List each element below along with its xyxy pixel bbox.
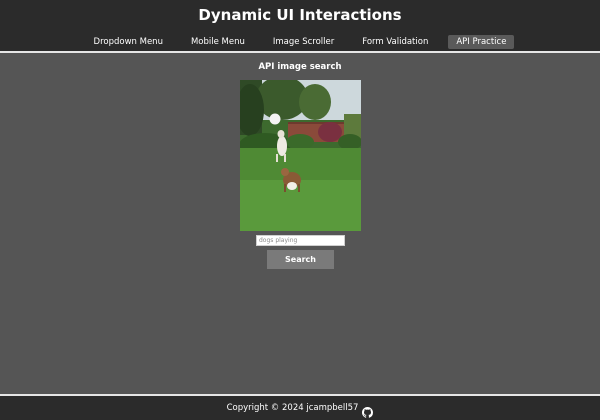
site-footer: Copyright © 2024 jcampbell57 — [0, 394, 600, 420]
site-header: Dynamic UI Interactions Dropdown Menu Mo… — [0, 0, 600, 53]
section-title: API image search — [258, 62, 342, 72]
copyright-text: Copyright © 2024 jcampbell57 — [226, 403, 359, 413]
result-image — [240, 80, 361, 231]
site-title: Dynamic UI Interactions — [198, 6, 402, 24]
main-content: API image search dogs playing Search — [0, 55, 600, 394]
nav-item-form-validation[interactable]: Form Validation — [354, 35, 436, 49]
search-input[interactable] — [256, 235, 345, 246]
nav-item-mobile-menu[interactable]: Mobile Menu — [183, 35, 253, 49]
dogs-playing-image — [240, 80, 361, 231]
nav-item-image-scroller[interactable]: Image Scroller — [265, 35, 342, 49]
nav-item-dropdown-menu[interactable]: Dropdown Menu — [86, 35, 171, 49]
search-button[interactable]: Search — [267, 250, 334, 269]
github-icon[interactable] — [362, 403, 374, 418]
nav-item-api-practice[interactable]: API Practice — [448, 35, 515, 49]
main-nav: Dropdown Menu Mobile Menu Image Scroller… — [0, 35, 600, 49]
